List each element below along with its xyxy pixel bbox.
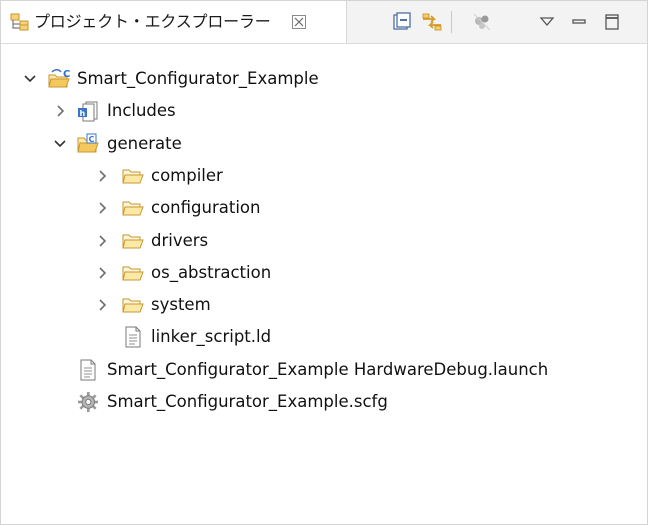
folder-icon — [122, 165, 144, 187]
collapse-all-icon[interactable] — [390, 10, 414, 34]
view-tab-bar: プロジェクト・エクスプローラー — [1, 1, 647, 44]
gear-icon — [77, 391, 99, 413]
tree-item-launch[interactable]: Smart_Configurator_Example HardwareDebug… — [1, 354, 647, 386]
svg-text:h: h — [80, 109, 86, 118]
tree-item-scfg[interactable]: Smart_Configurator_Example.scfg — [1, 386, 647, 418]
chevron-right-icon[interactable] — [95, 265, 109, 281]
folder-label: drivers — [151, 231, 209, 250]
view-menu-icon[interactable] — [535, 10, 559, 34]
c-project-icon: C — [48, 68, 70, 90]
tree-item-generate[interactable]: C generate — [1, 128, 647, 160]
tree-item-folder[interactable]: os_abstraction — [1, 257, 647, 289]
tab-project-explorer[interactable]: プロジェクト・エクスプローラー — [1, 1, 347, 43]
chevron-down-icon[interactable] — [53, 136, 67, 152]
project-explorer-icon — [10, 13, 30, 31]
generate-label: generate — [107, 134, 182, 153]
link-with-editor-icon[interactable] — [420, 10, 444, 34]
maximize-icon[interactable] — [600, 10, 624, 34]
chevron-right-icon[interactable] — [95, 200, 109, 216]
text-file-icon — [77, 359, 99, 381]
project-name: Smart_Configurator_Example — [77, 69, 319, 88]
svg-text:C: C — [89, 135, 95, 144]
folder-label: system — [151, 295, 211, 314]
file-label: linker_script.ld — [151, 327, 272, 346]
source-folder-icon: C — [77, 133, 99, 155]
folder-icon — [122, 262, 144, 284]
includes-label: Includes — [107, 101, 176, 120]
includes-icon: h — [77, 100, 99, 122]
folder-label: os_abstraction — [151, 263, 272, 282]
chevron-right-icon[interactable] — [95, 233, 109, 249]
folder-icon — [122, 294, 144, 316]
tree-item-project[interactable]: C Smart_Configurator_Example — [1, 63, 647, 95]
file-label: Smart_Configurator_Example.scfg — [107, 392, 388, 411]
tree-item-folder[interactable]: drivers — [1, 225, 647, 257]
svg-text:C: C — [63, 69, 70, 80]
tab-title: プロジェクト・エクスプローラー — [34, 12, 271, 31]
chevron-right-icon[interactable] — [95, 297, 109, 313]
project-explorer-view: プロジェクト・エクスプローラー C Smart_Configurator_Exa… — [0, 0, 648, 525]
tree-item-includes[interactable]: h Includes — [1, 95, 647, 127]
chevron-right-icon[interactable] — [95, 168, 109, 184]
close-tab-icon[interactable] — [290, 13, 308, 31]
tree-item-folder[interactable]: configuration — [1, 192, 647, 224]
toolbar-separator — [451, 11, 452, 33]
file-label: Smart_Configurator_Example HardwareDebug… — [107, 360, 549, 379]
folder-icon — [122, 230, 144, 252]
tree-item-folder[interactable]: system — [1, 289, 647, 321]
tree-item-linker-script[interactable]: linker_script.ld — [1, 321, 647, 353]
folder-label: configuration — [151, 198, 261, 217]
folder-label: compiler — [151, 166, 223, 185]
chevron-down-icon[interactable] — [23, 71, 37, 87]
tree-item-folder[interactable]: compiler — [1, 160, 647, 192]
text-file-icon — [122, 326, 144, 348]
minimize-icon[interactable] — [567, 10, 591, 34]
filter-icon[interactable] — [470, 10, 494, 34]
folder-icon — [122, 197, 144, 219]
chevron-right-icon[interactable] — [53, 103, 67, 119]
